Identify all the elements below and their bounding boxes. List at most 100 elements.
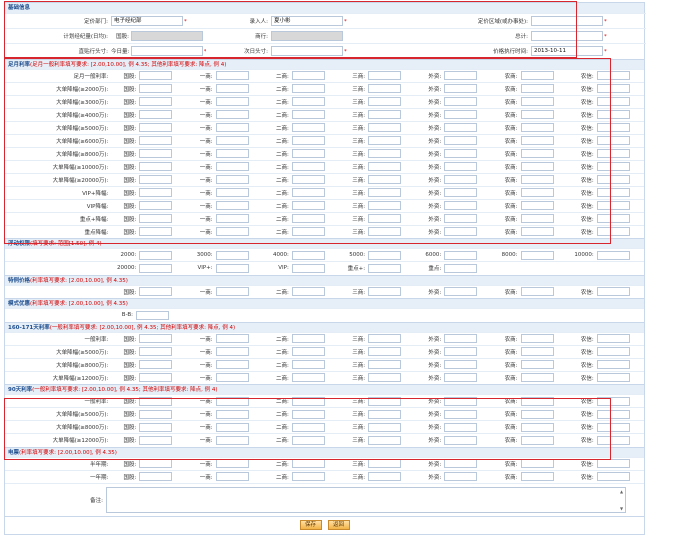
rate-input[interactable] xyxy=(368,472,402,482)
rate-input[interactable] xyxy=(291,71,325,80)
rate-input[interactable] xyxy=(444,97,478,106)
rate-input[interactable] xyxy=(368,149,402,158)
dept-input[interactable]: 电子经纪部 xyxy=(111,16,183,26)
float-input[interactable] xyxy=(596,250,630,260)
back-button[interactable]: 返回 xyxy=(327,520,350,530)
rate-input[interactable] xyxy=(520,422,554,432)
rate-input[interactable] xyxy=(444,422,478,432)
rate-input[interactable] xyxy=(520,472,554,482)
rate-input[interactable] xyxy=(596,347,630,356)
rate-input[interactable] xyxy=(215,71,249,80)
rate-input[interactable] xyxy=(215,97,249,106)
rate-input[interactable] xyxy=(215,334,249,343)
special-input[interactable] xyxy=(444,287,478,297)
rate-input[interactable] xyxy=(291,214,325,223)
rate-input[interactable] xyxy=(291,84,325,93)
rate-input[interactable] xyxy=(139,71,173,80)
rate-input[interactable] xyxy=(596,396,630,406)
rate-input[interactable] xyxy=(368,201,402,210)
rate-input[interactable] xyxy=(215,227,249,237)
rate-input[interactable] xyxy=(520,123,554,132)
rate-input[interactable] xyxy=(368,123,402,132)
rate-input[interactable] xyxy=(291,347,325,356)
float-input[interactable] xyxy=(291,263,325,273)
rate-input[interactable] xyxy=(291,136,325,145)
exec-date-input[interactable]: 2013-10-11 xyxy=(531,46,603,57)
rate-input[interactable] xyxy=(291,123,325,132)
rate-input[interactable] xyxy=(444,347,478,356)
rate-input[interactable] xyxy=(139,110,173,119)
rate-input[interactable] xyxy=(215,435,249,445)
textarea-scrollbar[interactable]: ▲ ▼ xyxy=(619,489,624,511)
rate-input[interactable] xyxy=(139,227,173,237)
rate-input[interactable] xyxy=(215,149,249,158)
remark-textarea[interactable]: ▲ ▼ xyxy=(106,486,626,513)
rate-input[interactable] xyxy=(215,188,249,197)
rate-input[interactable] xyxy=(215,422,249,432)
rate-input[interactable] xyxy=(596,149,630,158)
float-input[interactable] xyxy=(215,250,249,260)
rate-input[interactable] xyxy=(139,175,173,184)
rate-input[interactable] xyxy=(139,459,173,468)
rate-input[interactable] xyxy=(596,97,630,106)
rate-input[interactable] xyxy=(368,435,402,445)
rate-input[interactable] xyxy=(444,360,478,369)
float-input[interactable] xyxy=(139,250,173,260)
next-day-position-input[interactable] xyxy=(271,46,343,57)
rate-input[interactable] xyxy=(444,110,478,119)
rate-input[interactable] xyxy=(520,396,554,406)
rate-input[interactable] xyxy=(444,227,478,237)
rate-input[interactable] xyxy=(215,459,249,468)
rate-input[interactable] xyxy=(139,136,173,145)
rate-input[interactable] xyxy=(291,188,325,197)
rate-input[interactable] xyxy=(139,97,173,106)
rate-input[interactable] xyxy=(444,71,478,80)
rate-input[interactable] xyxy=(215,373,249,383)
rate-input[interactable] xyxy=(520,227,554,237)
rate-input[interactable] xyxy=(139,188,173,197)
rate-input[interactable] xyxy=(291,334,325,343)
rate-input[interactable] xyxy=(596,110,630,119)
rate-input[interactable] xyxy=(291,110,325,119)
rate-input[interactable] xyxy=(139,396,173,406)
rate-input[interactable] xyxy=(596,472,630,482)
rate-input[interactable] xyxy=(444,373,478,383)
rate-input[interactable] xyxy=(139,123,173,132)
rate-input[interactable] xyxy=(520,175,554,184)
rate-input[interactable] xyxy=(596,334,630,343)
rate-input[interactable] xyxy=(596,175,630,184)
float-input[interactable] xyxy=(444,250,478,260)
region-input[interactable] xyxy=(531,16,603,26)
rate-input[interactable] xyxy=(520,435,554,445)
rate-input[interactable] xyxy=(520,360,554,369)
float-input[interactable] xyxy=(444,263,478,273)
rate-input[interactable] xyxy=(139,409,173,419)
rate-input[interactable] xyxy=(520,188,554,197)
rate-input[interactable] xyxy=(139,422,173,432)
rate-input[interactable] xyxy=(368,347,402,356)
rate-input[interactable] xyxy=(520,409,554,419)
rate-input[interactable] xyxy=(139,435,173,445)
rate-input[interactable] xyxy=(444,162,478,171)
rate-input[interactable] xyxy=(139,347,173,356)
rate-input[interactable] xyxy=(368,334,402,343)
rate-input[interactable] xyxy=(291,409,325,419)
rate-input[interactable] xyxy=(520,162,554,171)
scroll-up-icon[interactable]: ▲ xyxy=(620,489,623,494)
special-input[interactable] xyxy=(291,287,325,297)
rate-input[interactable] xyxy=(291,459,325,468)
rate-input[interactable] xyxy=(520,136,554,145)
rate-input[interactable] xyxy=(596,435,630,445)
rate-input[interactable] xyxy=(444,334,478,343)
rate-input[interactable] xyxy=(139,84,173,93)
rate-input[interactable] xyxy=(596,84,630,93)
scroll-down-icon[interactable]: ▼ xyxy=(620,506,623,511)
rate-input[interactable] xyxy=(291,162,325,171)
rate-input[interactable] xyxy=(215,472,249,482)
rate-input[interactable] xyxy=(215,110,249,119)
rate-input[interactable] xyxy=(215,162,249,171)
rate-input[interactable] xyxy=(368,110,402,119)
bb-input[interactable] xyxy=(136,310,169,320)
float-input[interactable] xyxy=(368,263,402,273)
special-input[interactable] xyxy=(368,287,402,297)
